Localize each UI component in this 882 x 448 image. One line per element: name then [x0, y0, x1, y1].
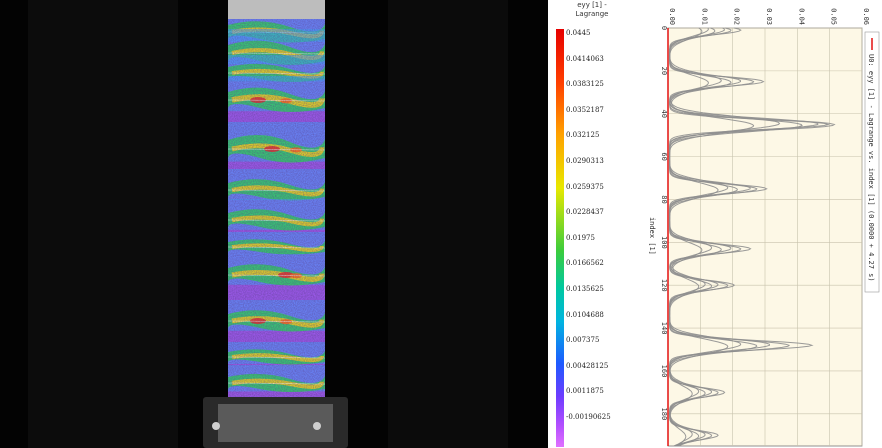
legend-tick-label: 0.0011875	[566, 387, 604, 396]
legend-tick-label: 0.0135625	[566, 285, 604, 293]
legend-title-line-1: eyy [1] -	[577, 1, 607, 9]
legend-tick-label: 0.032125	[566, 131, 600, 140]
value-tick-label: 0.01	[700, 8, 708, 25]
legend-tick-label: 0.01975	[566, 233, 595, 242]
index-tick-label: 0	[660, 26, 668, 30]
legend-tick-label: 0.0383125	[566, 80, 604, 89]
value-tick-label: 0.06	[862, 8, 870, 25]
legend-tick-label: 0.00428125	[566, 361, 609, 370]
legend-tick-label: 0.007375	[566, 336, 600, 345]
index-tick-label: 80	[660, 195, 668, 203]
legend-tick-label: 0.0290313	[566, 157, 604, 165]
value-tick-label: 0.03	[765, 8, 773, 25]
value-tick-label: 0.00	[668, 8, 676, 25]
index-tick-label: 40	[660, 110, 668, 118]
legend-tick-label: 0.0352187	[566, 105, 604, 114]
index-tick-label: 180	[660, 408, 668, 421]
x-axis-label: index [1]	[648, 217, 656, 255]
upper-grip	[228, 0, 325, 20]
colorbar	[556, 29, 564, 447]
index-tick-label: 160	[660, 365, 668, 378]
index-tick-label: 100	[660, 236, 668, 249]
legend-tick-label: 0.0414063	[566, 54, 604, 63]
legend-title: eyy [1] - Lagrange	[556, 1, 628, 19]
legend-tick-label: 0.0259375	[566, 182, 604, 191]
speckle-overlay	[228, 19, 325, 403]
camera-view	[0, 0, 548, 448]
value-tick-label: 0.05	[830, 8, 838, 25]
value-tick-label: 0.02	[733, 8, 741, 25]
index-tick-label: 20	[660, 67, 668, 75]
plot-legend-entry: U0: eyy [1] - Lagrange vs. index [1] (0.…	[867, 54, 875, 282]
grip-bolt-right-icon	[313, 422, 321, 430]
legend-title-line-2: Lagrange	[575, 10, 609, 18]
legend-tick-label: 0.0445	[566, 29, 591, 37]
legend-tick-label: -0.00190625	[566, 413, 611, 421]
index-tick-label: 120	[660, 279, 668, 292]
value-tick-label: 0.04	[797, 8, 805, 25]
strain-strip	[228, 19, 325, 403]
strain-line-plot: 0.00 0.01 0.02 0.03 0.04 0.05 0.06 0 20 40 60 80 100…	[628, 0, 882, 448]
legend-tick-label: 0.0166562	[566, 259, 604, 268]
grip-bolt-left-icon	[212, 422, 220, 430]
background-shadow-left	[28, 0, 178, 448]
index-tick-label: 140	[660, 322, 668, 335]
background-shadow-right	[388, 0, 508, 448]
legend-tick-label: 0.0104688	[566, 310, 604, 319]
plot-canvas: 0.00 0.01 0.02 0.03 0.04 0.05 0.06 0 20 40 60 80 100…	[648, 8, 880, 447]
plot-legend: U0: eyy [1] - Lagrange vs. index [1] (0.…	[864, 31, 880, 293]
index-tick-label: 60	[660, 152, 668, 160]
color-legend: eyy [1] - Lagrange 0.0445 0.0414063 0.0383…	[548, 0, 628, 448]
strain-map-specimen	[28, 0, 508, 448]
legend-tick-label: 0.0228437	[566, 208, 604, 217]
